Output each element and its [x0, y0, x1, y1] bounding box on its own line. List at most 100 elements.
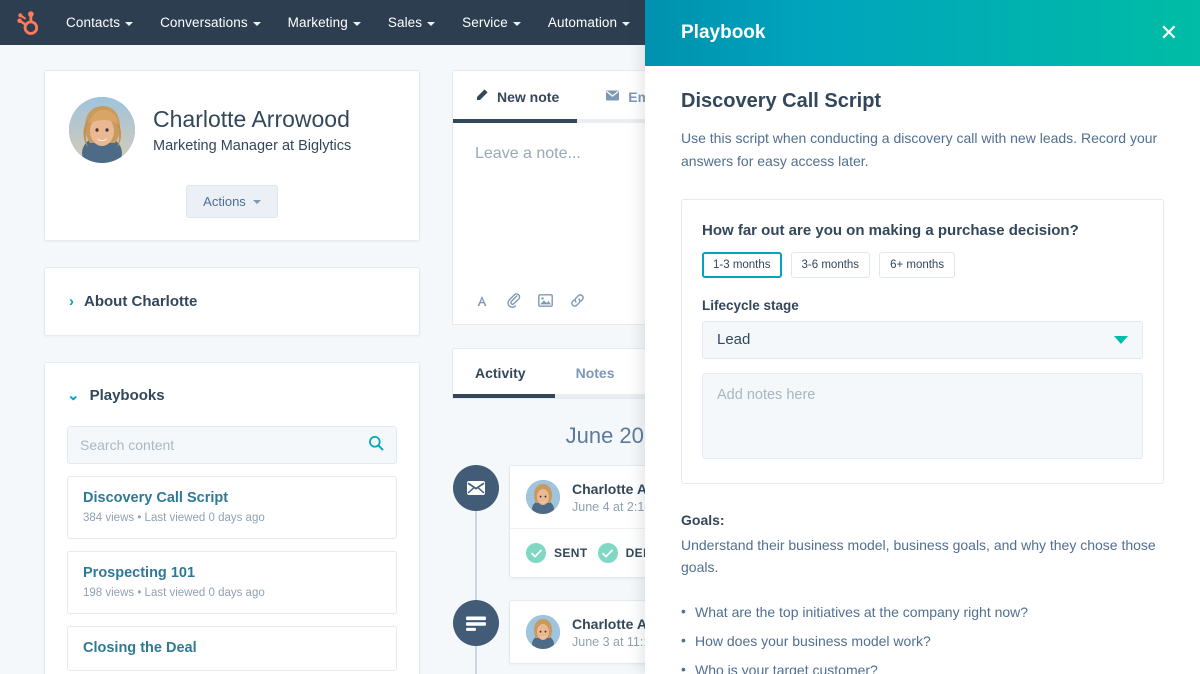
playbooks-section-header[interactable]: ⌄ Playbooks [67, 387, 397, 404]
playbook-notes-textarea[interactable]: Add notes here [702, 373, 1143, 459]
playbook-item-title: Discovery Call Script [83, 490, 381, 506]
page-title: Charlotte Arrowood [153, 106, 351, 134]
tab-notes[interactable]: Notes [576, 349, 615, 394]
profile-text: Charlotte Arrowood Marketing Manager at … [153, 106, 351, 154]
lifecycle-stage-value: Lead [717, 331, 750, 348]
nav-item-label: Marketing [288, 15, 348, 30]
nav-item-contacts[interactable]: Contacts [66, 15, 133, 30]
chevron-right-icon: › [69, 294, 74, 309]
form-lines-icon [453, 600, 499, 646]
paperclip-icon[interactable] [506, 293, 521, 308]
list-item[interactable]: Closing the Deal [67, 626, 397, 671]
envelope-icon [453, 465, 499, 511]
timeline-author: Charlotte A [572, 481, 651, 497]
status-label: SENT [554, 546, 588, 560]
avatar [69, 97, 135, 163]
question-options: 1-3 months 3-6 months 6+ months [702, 252, 1143, 278]
question-text: How far out are you on making a purchase… [702, 222, 1143, 239]
nav-item-label: Service [462, 15, 508, 30]
pencil-icon [475, 88, 489, 105]
chevron-down-icon [253, 200, 261, 204]
chevron-down-icon [622, 22, 630, 26]
nav-item-conversations[interactable]: Conversations [160, 15, 261, 30]
search-input[interactable] [80, 437, 368, 453]
playbook-description: Use this script when conducting a discov… [681, 127, 1159, 173]
option-chip-1-3-months[interactable]: 1-3 months [702, 252, 782, 278]
nav-item-label: Contacts [66, 15, 120, 30]
about-section-card: › About Charlotte [44, 267, 420, 336]
playbook-panel-title: Playbook [681, 22, 765, 44]
active-tab-indicator [453, 119, 577, 123]
notes-placeholder: Add notes here [717, 387, 815, 403]
tab-new-note[interactable]: New note [475, 71, 559, 119]
close-icon[interactable]: ✕ [1160, 22, 1178, 44]
hubspot-sprocket-logo-icon[interactable] [14, 8, 44, 38]
timeline-timestamp: June 3 at 11:1 [572, 635, 650, 649]
chevron-down-icon [513, 22, 521, 26]
playbook-item-title: Closing the Deal [83, 640, 381, 656]
image-icon[interactable] [538, 294, 553, 307]
about-section-header[interactable]: › About Charlotte [69, 293, 395, 310]
option-chip-6-plus-months[interactable]: 6+ months [879, 252, 955, 278]
playbook-item-title: Prospecting 101 [83, 565, 381, 581]
chevron-down-icon [353, 22, 361, 26]
nav-item-sales[interactable]: Sales [388, 15, 435, 30]
timeline-meta: Charlotte A June 3 at 11:1 [572, 616, 650, 649]
link-icon[interactable] [570, 293, 585, 308]
tab-label: Activity [475, 365, 526, 381]
left-sidebar-column: Charlotte Arrowood Marketing Manager at … [44, 70, 420, 674]
text-format-icon[interactable] [475, 294, 489, 308]
goals-title: Goals: [681, 512, 1164, 528]
actions-wrap: Actions [69, 185, 395, 218]
tab-label: Notes [576, 365, 615, 381]
status-badge: SENT [526, 543, 588, 563]
profile-row: Charlotte Arrowood Marketing Manager at … [69, 97, 395, 163]
check-circle-icon [598, 543, 618, 563]
actions-button-label: Actions [203, 194, 246, 209]
nav-items: Contacts Conversations Marketing Sales S… [66, 15, 705, 30]
status-badge: DEL [598, 543, 651, 563]
playbook-item-meta: 384 views • Last viewed 0 days ago [83, 512, 381, 524]
chevron-down-icon [1114, 336, 1128, 344]
list-item[interactable]: Discovery Call Script 384 views • Last v… [67, 476, 397, 539]
playbook-question-box: How far out are you on making a purchase… [681, 199, 1164, 484]
avatar [526, 480, 560, 514]
timeline-meta: Charlotte A June 4 at 2:18 [572, 481, 651, 514]
nav-item-label: Conversations [160, 15, 248, 30]
goals-question-list: What are the top initiatives at the comp… [681, 603, 1164, 674]
tab-activity[interactable]: Activity [475, 349, 526, 394]
playbook-panel-header: Playbook ✕ [645, 0, 1200, 66]
about-section-title: About Charlotte [84, 293, 197, 310]
list-item: Who is your target customer? [681, 661, 1164, 674]
timeline-author: Charlotte A [572, 616, 650, 632]
playbooks-section-card: ⌄ Playbooks Discovery Call Script 384 vi… [44, 362, 420, 674]
check-circle-icon [526, 543, 546, 563]
search-icon[interactable] [368, 435, 384, 456]
envelope-icon [605, 89, 620, 105]
chevron-down-icon [253, 22, 261, 26]
chevron-down-icon: ⌄ [67, 388, 80, 403]
playbook-panel-body: Discovery Call Script Use this script wh… [645, 66, 1200, 674]
option-chip-3-6-months[interactable]: 3-6 months [791, 252, 871, 278]
nav-item-service[interactable]: Service [462, 15, 521, 30]
contact-profile-card: Charlotte Arrowood Marketing Manager at … [44, 70, 420, 241]
playbooks-section-title: Playbooks [90, 387, 165, 404]
tab-label: New note [497, 89, 559, 105]
nav-item-label: Automation [548, 15, 617, 30]
active-tab-indicator [453, 394, 555, 398]
nav-item-label: Sales [388, 15, 422, 30]
lifecycle-stage-label: Lifecycle stage [702, 298, 1143, 313]
timeline-timestamp: June 4 at 2:18 [572, 500, 651, 514]
list-item[interactable]: Prospecting 101 198 views • Last viewed … [67, 551, 397, 614]
list-item: How does your business model work? [681, 632, 1164, 652]
nav-item-marketing[interactable]: Marketing [288, 15, 361, 30]
chevron-down-icon [125, 22, 133, 26]
playbooks-search-box[interactable] [67, 426, 397, 464]
actions-button[interactable]: Actions [186, 185, 278, 218]
playbook-item-meta: 198 views • Last viewed 0 days ago [83, 587, 381, 599]
avatar [526, 615, 560, 649]
lifecycle-stage-select[interactable]: Lead [702, 321, 1143, 359]
nav-item-automation[interactable]: Automation [548, 15, 630, 30]
app-root: Contacts Conversations Marketing Sales S… [0, 0, 1200, 674]
goals-text: Understand their business model, busines… [681, 534, 1159, 580]
